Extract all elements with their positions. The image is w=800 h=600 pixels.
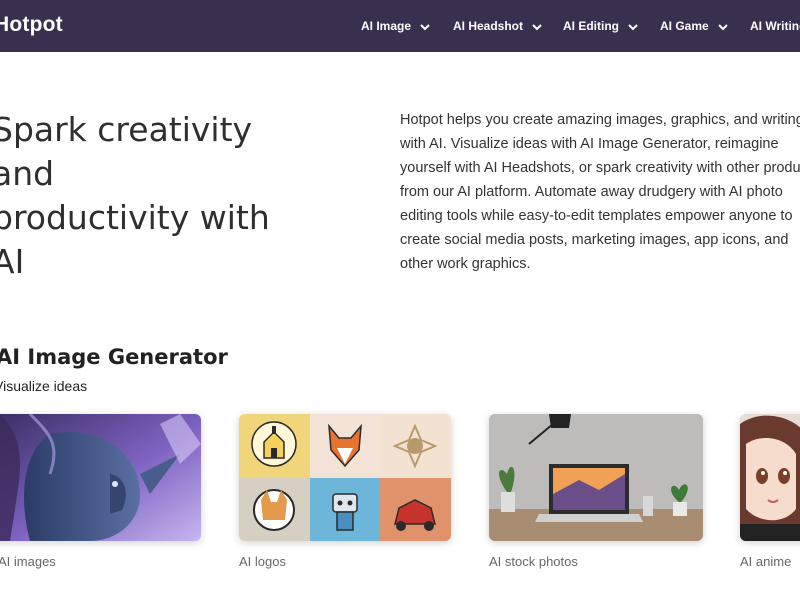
nav-item-label: AI Game <box>660 19 709 33</box>
card-label-ai-logos[interactable]: AI logos <box>239 554 286 569</box>
logo-grid-image <box>239 414 451 541</box>
fantasy-elf-portrait-image <box>0 414 201 541</box>
nav-item-ai-writing[interactable]: AI Writing <box>750 0 800 52</box>
chevron-down-icon <box>531 21 543 33</box>
hero-title-line-1: Spark creativity and <box>0 110 253 193</box>
nav-item-label: AI Image <box>361 19 412 33</box>
card-label-ai-stock-photos[interactable]: AI stock photos <box>489 554 578 569</box>
card-ai-images[interactable] <box>0 414 201 541</box>
nav-item-ai-headshot[interactable]: AI Headshot <box>453 0 543 52</box>
card-ai-logos[interactable] <box>239 414 451 541</box>
nav-item-ai-game[interactable]: AI Game <box>660 0 729 52</box>
hero-title-line-2: productivity with AI <box>0 198 270 281</box>
nav-item-ai-editing[interactable]: AI Editing <box>563 0 639 52</box>
card-label-ai-images[interactable]: AI images <box>0 554 56 569</box>
hero-title: Spark creativity and productivity with A… <box>0 108 312 284</box>
card-label-ai-anime[interactable]: AI anime <box>740 554 791 569</box>
top-navigation-bar: Hotpot AI Image AI Headshot AI Editing A… <box>0 0 800 52</box>
card-ai-anime[interactable] <box>740 414 800 541</box>
section-subtitle: Visualize ideas <box>0 378 88 394</box>
nav-item-label: AI Editing <box>563 19 619 33</box>
chevron-down-icon <box>627 21 639 33</box>
chevron-down-icon <box>717 21 729 33</box>
laptop-desk-photo <box>489 414 703 541</box>
hero-description: Hotpot helps you create amazing images, … <box>400 112 800 272</box>
nav-item-label: AI Writing <box>750 19 800 33</box>
nav-item-ai-image[interactable]: AI Image <box>361 0 431 52</box>
card-ai-stock-photos[interactable] <box>489 414 703 541</box>
hotpot-logo[interactable]: Hotpot <box>0 13 63 37</box>
chevron-down-icon <box>419 21 431 33</box>
anime-girl-image <box>740 414 800 541</box>
section-title: AI Image Generator <box>0 345 228 369</box>
nav-item-label: AI Headshot <box>453 19 524 33</box>
